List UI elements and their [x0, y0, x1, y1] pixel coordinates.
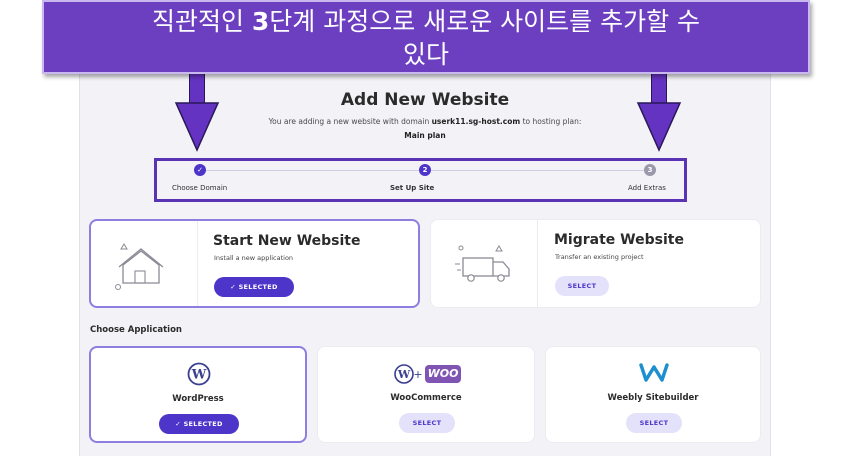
step-1-label[interactable]: Choose Domain	[172, 184, 227, 192]
house-icon	[111, 243, 171, 295]
annotation-banner: 직관적인 3단계 과정으로 새로운 사이트를 추가할 수 있다	[42, 0, 810, 74]
migrate-website-card[interactable]: Migrate Website Transfer an existing pro…	[430, 219, 761, 308]
banner-step-count: 3	[251, 7, 270, 36]
migrate-website-title: Migrate Website	[554, 232, 684, 248]
migrate-website-desc: Transfer an existing project	[555, 253, 644, 261]
app-card-wordpress[interactable]: W WordPress ✓ SELECTED	[89, 346, 307, 443]
app-name-weebly: Weebly Sitebuilder	[607, 393, 699, 403]
app-name-woocommerce: WooCommerce	[390, 393, 462, 403]
svg-text:+: +	[413, 368, 422, 381]
svg-text:W: W	[397, 368, 411, 381]
domain-name: userk11.sg-host.com	[431, 117, 521, 126]
app-card-woocommerce[interactable]: W + WOO WooCommerce SELECT	[317, 346, 535, 443]
banner-line2: 있다	[402, 40, 449, 69]
step-3-marker: 3	[644, 164, 656, 176]
banner-line1-pre: 직관적인	[151, 7, 252, 36]
woocommerce-select-button[interactable]: SELECT	[399, 413, 455, 433]
step-1-check-icon: ✓	[194, 164, 206, 176]
woo-logo-text: WOO	[427, 367, 459, 380]
choose-application-heading: Choose Application	[90, 325, 182, 335]
start-new-website-selected-button[interactable]: ✓ SELECTED	[214, 277, 294, 297]
wordpress-selected-button[interactable]: ✓ SELECTED	[159, 414, 239, 434]
delivery-truck-icon	[455, 244, 517, 292]
subtitle-text-pre: You are adding a new website with domain	[268, 117, 432, 126]
svg-text:W: W	[191, 368, 207, 383]
step-2-label: Set Up Site	[390, 184, 435, 192]
wordpress-icon: W	[187, 362, 211, 390]
step-3-label: Add Extras	[628, 184, 666, 192]
start-new-website-title: Start New Website	[213, 233, 361, 249]
app-card-weebly[interactable]: Weebly Sitebuilder SELECT	[545, 346, 761, 443]
migrate-website-select-button[interactable]: SELECT	[555, 276, 609, 296]
subtitle-text-post: to hosting plan:	[520, 117, 582, 126]
weebly-icon	[638, 361, 670, 387]
weebly-select-button[interactable]: SELECT	[626, 413, 682, 433]
start-new-website-desc: Install a new application	[214, 254, 294, 262]
app-name-wordpress: WordPress	[172, 394, 224, 404]
banner-line1-post: 단계 과정으로 새로운 사이트를 추가할 수	[269, 7, 701, 36]
start-new-website-card[interactable]: Start New Website Install a new applicat…	[89, 219, 420, 308]
step-2-marker: 2	[419, 164, 431, 176]
